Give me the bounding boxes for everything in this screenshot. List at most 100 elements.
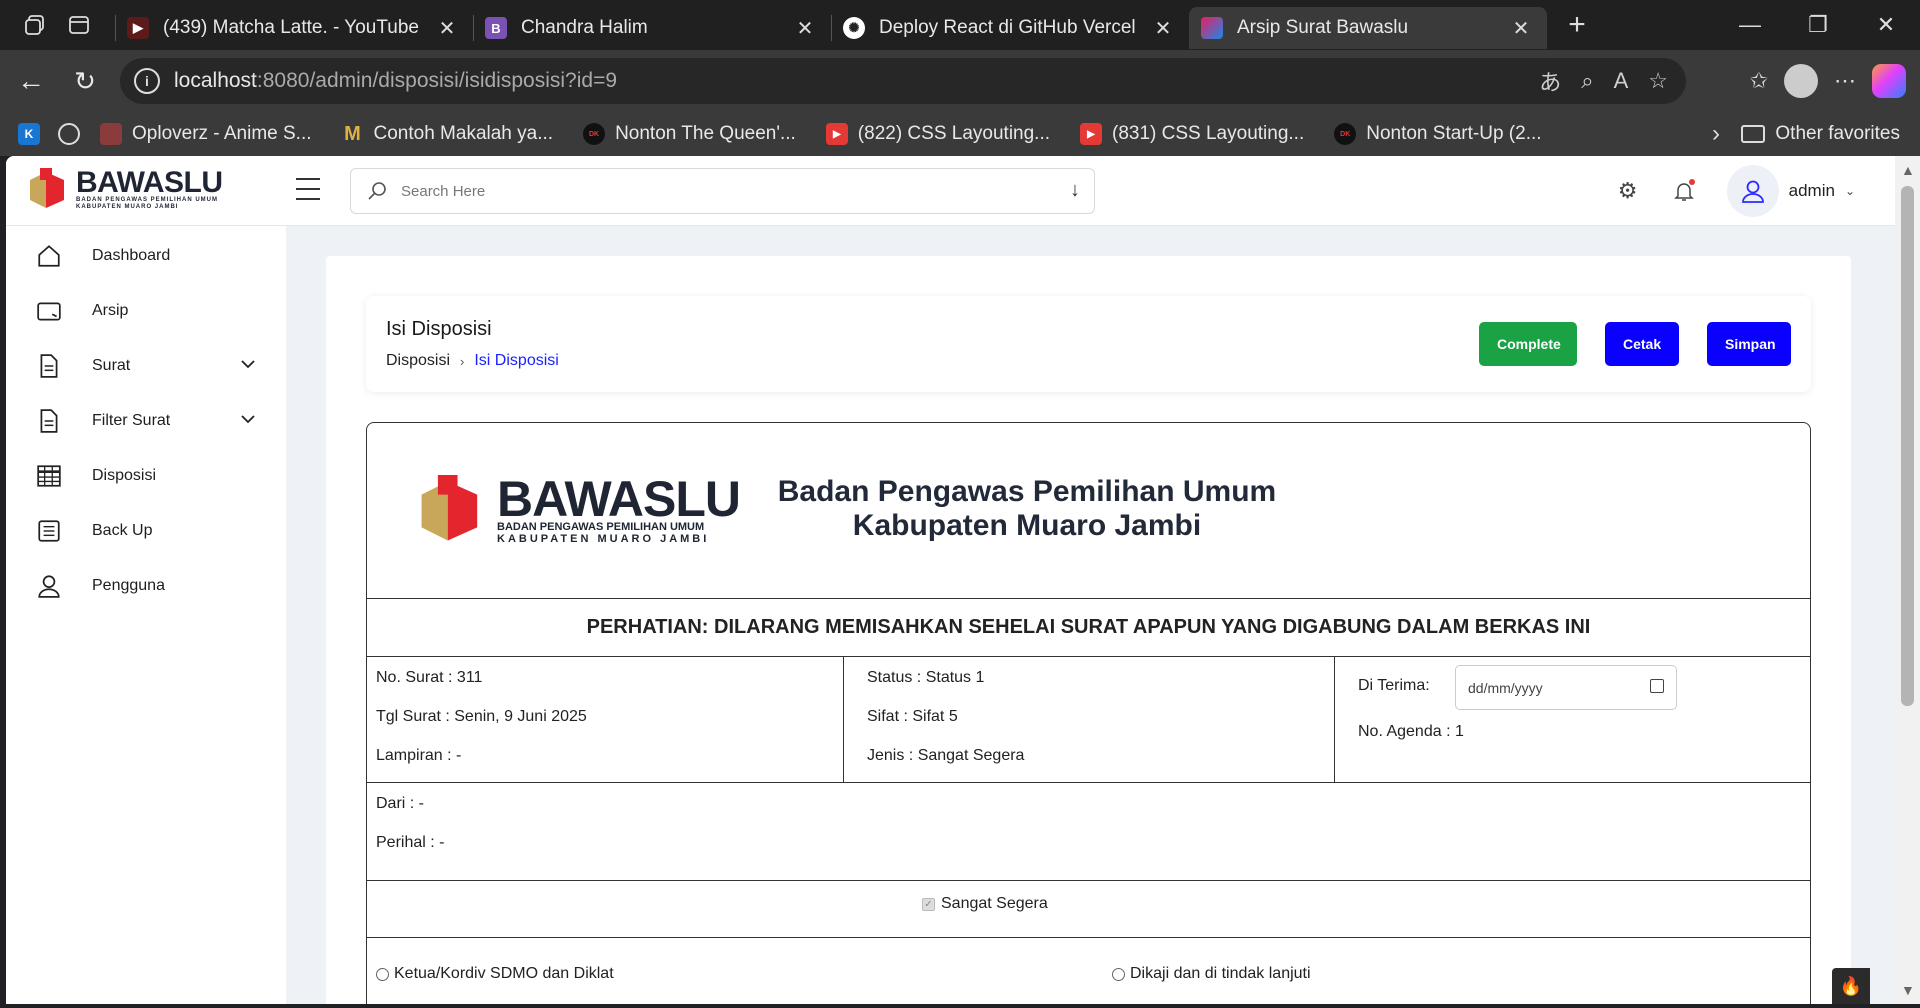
tab-title: (439) Matcha Latte. - YouTube bbox=[163, 17, 419, 38]
di-terima-date-input[interactable]: dd/mm/yyyy bbox=[1455, 665, 1677, 710]
url-field[interactable]: i localhost:8080/admin/disposisi/isidisp… bbox=[120, 58, 1686, 104]
tab-arsip[interactable]: Arsip Surat Bawaslu ✕ bbox=[1189, 7, 1547, 49]
workspaces-icon[interactable] bbox=[17, 7, 53, 43]
sidebar-item-pengguna[interactable]: Pengguna bbox=[6, 558, 286, 613]
bawaslu-logo-icon bbox=[30, 168, 64, 208]
favorites-icon[interactable]: ✩ bbox=[1750, 68, 1768, 94]
new-tab-icon[interactable]: + bbox=[1557, 8, 1597, 42]
urgency-checkbox[interactable]: ✓ Sangat Segera bbox=[922, 895, 1048, 913]
logo-subtitle: BADAN PENGAWAS PEMILIHAN UMUM bbox=[497, 520, 705, 533]
breadcrumb-parent[interactable]: Disposisi bbox=[386, 352, 450, 370]
disposition-options: Ketua/Kordiv SDMO dan Diklat Dikaji dan … bbox=[367, 938, 1810, 1004]
logo-subtitle-2: KABUPATEN MUARO JAMBI bbox=[497, 532, 710, 545]
radio-ketua[interactable]: Ketua/Kordiv SDMO dan Diklat bbox=[376, 965, 614, 983]
back-icon[interactable]: ← bbox=[8, 58, 54, 104]
other-favorites[interactable]: Other favorites bbox=[1741, 112, 1900, 156]
perihal: Perihal : - bbox=[376, 834, 445, 851]
simpan-button[interactable]: Simpan bbox=[1707, 322, 1791, 366]
globe-icon bbox=[58, 123, 80, 145]
bookmark-item[interactable]: DK Nonton Start-Up (2... bbox=[1334, 112, 1542, 156]
chevron-down-icon[interactable] bbox=[240, 411, 256, 427]
chevron-down-icon: ⌄ bbox=[1844, 184, 1855, 198]
radio-dikaji[interactable]: Dikaji dan di tindak lanjuti bbox=[1112, 965, 1311, 983]
sidebar-item-label: Back Up bbox=[92, 521, 153, 539]
jenis: Jenis : Sangat Segera bbox=[867, 747, 1025, 764]
org-name-line2: Kabupaten Muaro Jambi bbox=[852, 509, 1202, 542]
cetak-button[interactable]: Cetak bbox=[1605, 322, 1679, 366]
tab-chandra[interactable]: B Chandra Halim ✕ bbox=[473, 7, 831, 49]
app-logo[interactable]: BAWASLU BADAN PENGAWAS PEMILIHAN UMUM KA… bbox=[26, 166, 223, 214]
profile-avatar[interactable] bbox=[1784, 64, 1818, 98]
tab-actions-icon[interactable] bbox=[61, 7, 97, 43]
arrow-down-icon[interactable]: ↓ bbox=[1070, 179, 1080, 202]
refresh-icon[interactable]: ↻ bbox=[62, 58, 108, 104]
chevron-right-icon: › bbox=[460, 353, 465, 369]
bawaslu-logo-icon bbox=[421, 475, 478, 541]
complete-button[interactable]: Complete bbox=[1479, 322, 1577, 366]
read-aloud-icon[interactable]: A bbox=[1614, 68, 1629, 94]
backup-icon bbox=[38, 519, 60, 542]
user-menu[interactable]: admin ⌄ bbox=[1726, 165, 1855, 217]
bookmark-item[interactable]: DK Nonton The Queen'... bbox=[583, 112, 796, 156]
settings-icon[interactable]: ⚙ bbox=[1615, 178, 1641, 204]
openai-icon: ✺ bbox=[843, 17, 865, 39]
bookmark-item[interactable]: ▶ (831) CSS Layouting... bbox=[1080, 112, 1304, 156]
table-icon bbox=[37, 464, 61, 487]
tab-title: Deploy React di GitHub Vercel bbox=[879, 17, 1136, 38]
breadcrumb-current: Isi Disposisi bbox=[474, 352, 559, 369]
tab-youtube[interactable]: ▶ (439) Matcha Latte. - YouTube ✕ bbox=[115, 7, 473, 49]
restore-icon[interactable]: ❐ bbox=[1784, 0, 1852, 50]
tab-vercel[interactable]: ✺ Deploy React di GitHub Vercel ✕ bbox=[831, 7, 1189, 49]
app-topbar: BAWASLU BADAN PENGAWAS PEMILIHAN UMUM KA… bbox=[6, 156, 1895, 226]
no-surat: No. Surat : 311 bbox=[376, 669, 483, 686]
bookmark-item[interactable]: M Contoh Makalah ya... bbox=[342, 112, 553, 156]
search-input[interactable] bbox=[401, 182, 1001, 200]
close-tab-icon[interactable]: ✕ bbox=[791, 16, 819, 41]
scroll-down-icon[interactable]: ▼ bbox=[1901, 982, 1915, 998]
copilot-icon[interactable] bbox=[1872, 64, 1906, 98]
favorite-star-icon[interactable]: ☆ bbox=[1648, 68, 1668, 94]
sidebar-item-label: Arsip bbox=[92, 301, 129, 319]
scrollbar-thumb[interactable] bbox=[1901, 186, 1914, 706]
dari: Dari : - bbox=[376, 795, 424, 812]
page-scrollbar[interactable]: ▲ ▼ bbox=[1895, 156, 1920, 1004]
home-icon bbox=[38, 244, 60, 267]
close-tab-icon[interactable]: ✕ bbox=[1507, 16, 1535, 41]
checkbox-label: Sangat Segera bbox=[941, 895, 1048, 912]
calendar-icon[interactable] bbox=[1650, 679, 1664, 693]
close-window-icon[interactable]: ✕ bbox=[1852, 0, 1920, 50]
bell-icon[interactable] bbox=[1671, 178, 1697, 204]
sidebar-item-arsip[interactable]: Arsip bbox=[6, 283, 286, 338]
flame-icon[interactable]: 🔥 bbox=[1832, 968, 1870, 1004]
menu-toggle-icon[interactable] bbox=[296, 178, 320, 200]
zoom-icon[interactable]: ⌕ bbox=[1581, 68, 1593, 94]
username: admin bbox=[1788, 181, 1835, 200]
scroll-up-icon[interactable]: ▲ bbox=[1901, 162, 1915, 178]
sidebar-item-dashboard[interactable]: Dashboard bbox=[6, 228, 286, 283]
disposition-form: BAWASLU BADAN PENGAWAS PEMILIHAN UMUM KA… bbox=[366, 422, 1811, 1004]
tgl-surat: Tgl Surat : Senin, 9 Juni 2025 bbox=[376, 708, 587, 725]
sidebar-item-label: Filter Surat bbox=[92, 411, 171, 429]
radio-label: Dikaji dan di tindak lanjuti bbox=[1130, 965, 1311, 982]
translate-icon[interactable]: あ bbox=[1539, 65, 1561, 97]
chevron-right-icon[interactable]: › bbox=[1712, 112, 1720, 156]
bookmark-globe[interactable] bbox=[58, 112, 80, 156]
minimize-icon[interactable]: — bbox=[1716, 0, 1784, 50]
chevron-down-icon[interactable] bbox=[240, 356, 256, 372]
sidebar-item-surat[interactable]: Surat bbox=[6, 338, 286, 393]
sidebar-item-label: Pengguna bbox=[92, 576, 165, 594]
bookmark-item[interactable]: Oploverz - Anime S... bbox=[100, 112, 312, 156]
sidebar-item-filter-surat[interactable]: Filter Surat bbox=[6, 393, 286, 448]
sidebar-item-disposisi[interactable]: Disposisi bbox=[6, 448, 286, 503]
bookmark-item[interactable]: ▶ (822) CSS Layouting... bbox=[825, 112, 1050, 156]
more-menu-icon[interactable]: ⋯ bbox=[1834, 68, 1856, 94]
site-info-icon[interactable]: i bbox=[134, 68, 160, 94]
close-tab-icon[interactable]: ✕ bbox=[1149, 16, 1177, 41]
breadcrumb: Disposisi › Isi Disposisi bbox=[386, 352, 559, 370]
warning-banner: PERHATIAN: DILARANG MEMISAHKAN SEHELAI S… bbox=[367, 599, 1810, 657]
sidebar-item-backup[interactable]: Back Up bbox=[6, 503, 286, 558]
bookmark-k[interactable]: K bbox=[18, 112, 40, 156]
close-tab-icon[interactable]: ✕ bbox=[433, 16, 461, 41]
logo-text: BAWASLU bbox=[497, 470, 741, 527]
di-terima-label: Di Terima: bbox=[1358, 677, 1430, 694]
